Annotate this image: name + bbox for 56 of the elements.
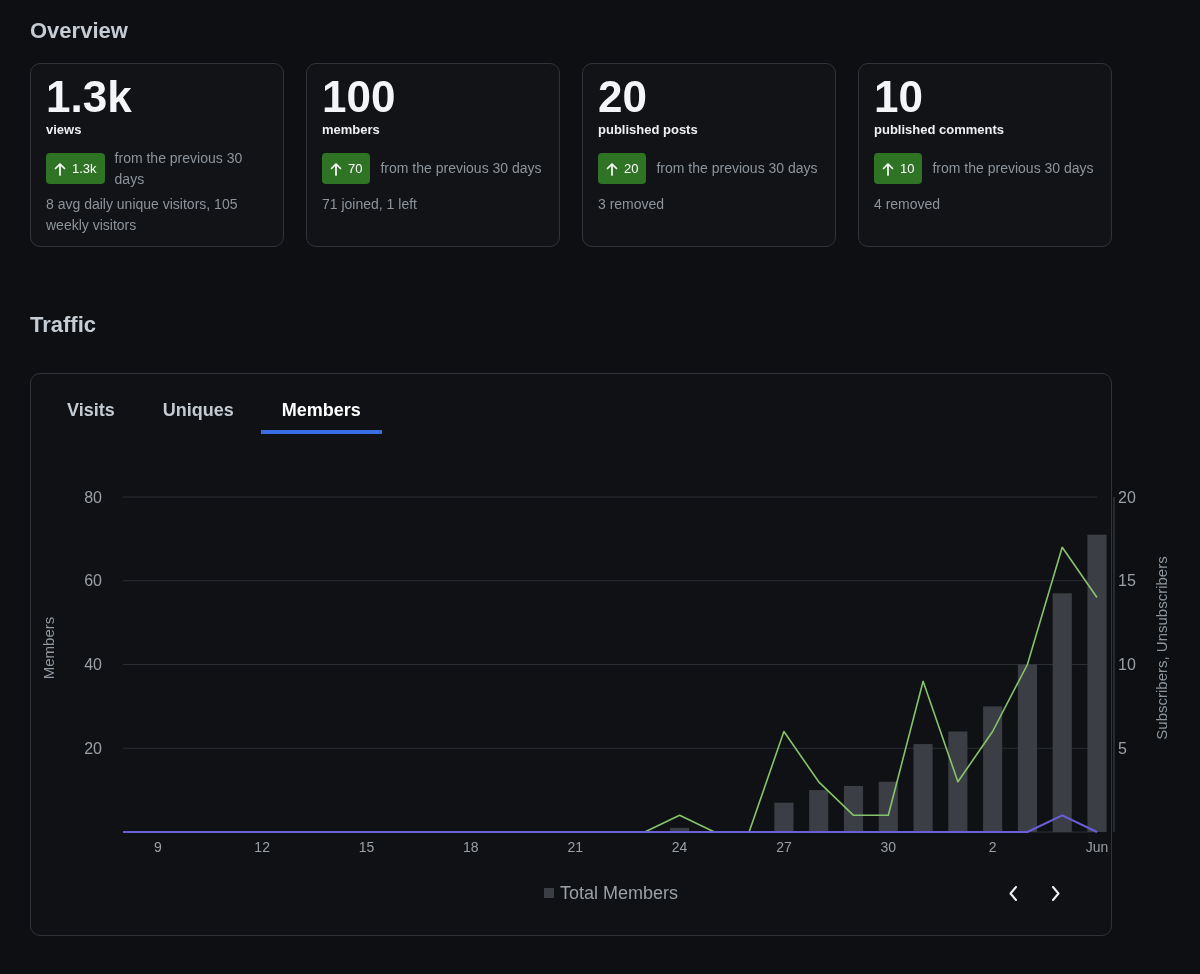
y-axis-title: Members [39, 616, 57, 680]
y-axis-label: 15 [1118, 572, 1136, 590]
comparison-text: from the previous 30 days [380, 159, 542, 178]
tab[interactable]: Members [260, 389, 382, 434]
y-axis-label: 60 [84, 572, 102, 590]
arrow-up-icon [882, 161, 894, 176]
tab[interactable]: Visits [46, 389, 136, 434]
section-heading: Overview [30, 17, 128, 45]
stat-value: 20 [598, 73, 648, 121]
arrow-up-icon [606, 161, 618, 176]
chevron-left-icon [1008, 885, 1018, 901]
stat-detail: 4 removed [874, 195, 942, 214]
x-axis-label: 27 [776, 839, 792, 855]
x-axis-label: 21 [567, 839, 583, 855]
y-axis-label: 5 [1118, 739, 1127, 757]
section-heading: Traffic [30, 311, 97, 339]
x-axis-label: 18 [463, 839, 479, 855]
y-axis-title: Subscribers, Unsubscribers [1152, 556, 1170, 740]
stat-label: published comments [874, 121, 1006, 139]
stat-detail: 71 joined, 1 left [322, 195, 418, 214]
y-axis-label: 20 [1118, 488, 1136, 506]
x-axis-label: 24 [671, 839, 688, 855]
change-value: 20 [624, 160, 639, 177]
stat-value: 100 [322, 73, 397, 121]
tab[interactable]: Uniques [141, 389, 255, 434]
chart-bar [843, 785, 864, 832]
x-axis-label: 15 [358, 839, 375, 855]
comparison-text: from the previous 30 days [656, 159, 818, 178]
change-value: 70 [348, 160, 363, 177]
arrow-up-icon [54, 161, 66, 176]
legend-label: Total Members [560, 882, 679, 904]
x-axis-label: 12 [254, 839, 270, 855]
change-value: 1.3k [72, 160, 97, 177]
chevron-right-icon [1050, 885, 1060, 901]
y-axis-label: 40 [84, 656, 102, 673]
stat-detail: 8 avg daily unique visitors, 105 weekly visitors [46, 195, 239, 235]
comparison-text: from the previous 30 days [114, 148, 244, 189]
chart-bar [774, 802, 794, 832]
y-axis-label: 10 [1118, 656, 1136, 673]
comparison-text: from the previous 30 days [932, 159, 1094, 178]
stat-detail: 3 removed [598, 195, 666, 214]
change-value: 10 [900, 160, 915, 177]
stat-label: views [46, 121, 83, 139]
chart-bar [670, 827, 690, 832]
stat-label: members [322, 121, 381, 139]
stat-label: published posts [598, 121, 699, 139]
x-axis-label: 9 [153, 839, 162, 855]
x-axis-label: 30 [880, 839, 897, 855]
y-axis-label: 80 [84, 488, 102, 506]
stat-value: 1.3k [46, 73, 133, 121]
chart-bar [809, 790, 829, 832]
y-axis-label: 20 [84, 739, 102, 757]
x-axis-label: 2 [988, 839, 997, 855]
arrow-up-icon [330, 161, 342, 176]
stat-value: 10 [874, 73, 924, 121]
x-axis-label: Jun [1085, 839, 1109, 855]
